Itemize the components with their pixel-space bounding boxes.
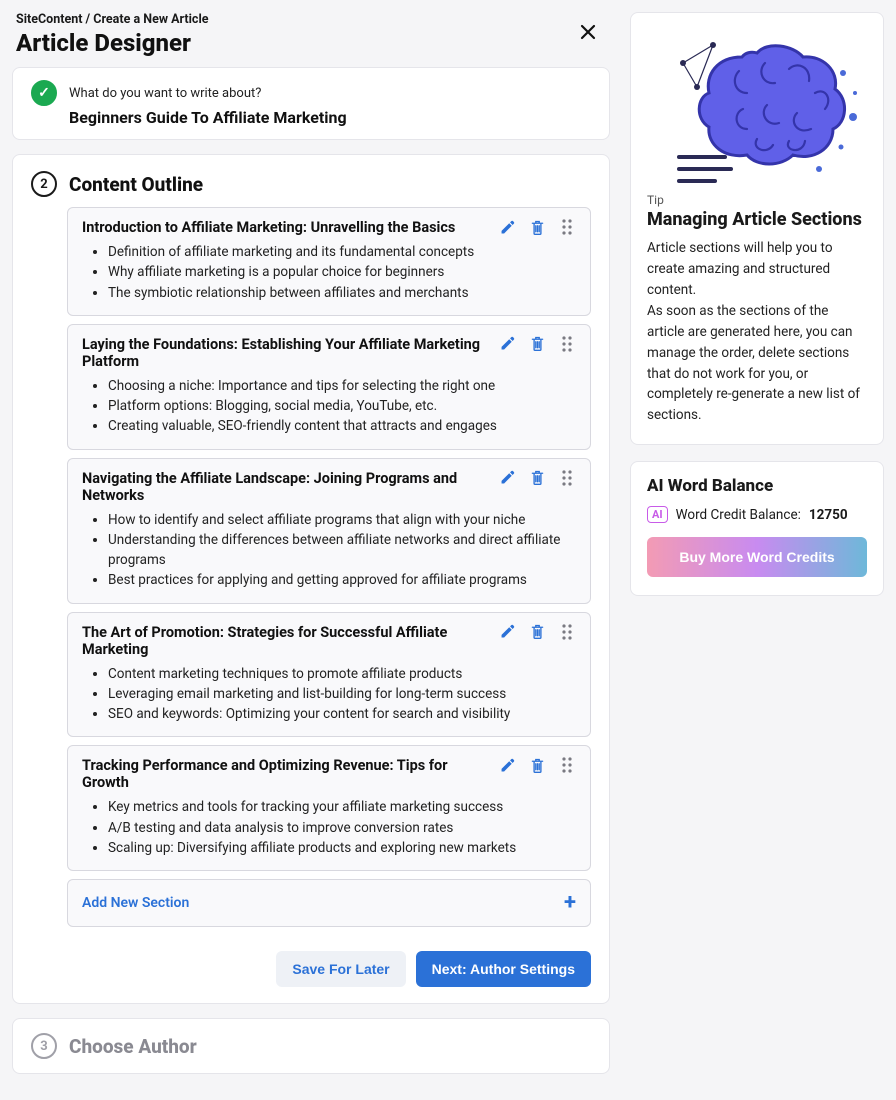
section-actions <box>498 335 576 353</box>
balance-label: Word Credit Balance: <box>676 507 801 523</box>
outline-section: Introduction to Affiliate Marketing: Unr… <box>67 207 591 316</box>
drag-handle-icon[interactable] <box>558 623 576 641</box>
section-points: Content marketing techniques to promote … <box>82 664 576 725</box>
delete-icon[interactable] <box>528 623 546 641</box>
section-point: Understanding the differences between af… <box>108 530 576 571</box>
step-topic: What do you want to write about? Beginne… <box>12 67 610 140</box>
section-point: The symbiotic relationship between affil… <box>108 283 576 303</box>
section-point: SEO and keywords: Optimizing your conten… <box>108 704 576 724</box>
edit-icon[interactable] <box>498 756 516 774</box>
step-badge-2: 2 <box>31 171 57 197</box>
section-title: The Art of Promotion: Strategies for Suc… <box>82 623 490 658</box>
section-point: Key metrics and tools for tracking your … <box>108 797 576 817</box>
section-point: Content marketing techniques to promote … <box>108 664 576 684</box>
delete-icon[interactable] <box>528 756 546 774</box>
section-actions <box>498 218 576 236</box>
section-title: Navigating the Affiliate Landscape: Join… <box>82 469 490 504</box>
balance-value: 12750 <box>809 507 848 523</box>
section-actions <box>498 623 576 641</box>
save-for-later-button[interactable]: Save For Later <box>276 951 405 987</box>
delete-icon[interactable] <box>528 469 546 487</box>
delete-icon[interactable] <box>528 218 546 236</box>
add-new-section-button[interactable]: Add New Section + <box>67 879 591 927</box>
next-author-settings-button[interactable]: Next: Author Settings <box>416 951 591 987</box>
balance-row: AI Word Credit Balance: 12750 <box>647 506 867 523</box>
outline-section: The Art of Promotion: Strategies for Suc… <box>67 612 591 738</box>
tip-body: Article sections will help you to create… <box>647 238 867 426</box>
footer-actions: Save For Later Next: Author Settings <box>31 951 591 987</box>
section-points: Definition of affiliate marketing and it… <box>82 242 576 303</box>
section-title: Tracking Performance and Optimizing Reve… <box>82 756 490 791</box>
balance-title: AI Word Balance <box>647 476 867 496</box>
plus-icon: + <box>564 892 576 914</box>
balance-card: AI Word Balance AI Word Credit Balance: … <box>630 461 884 596</box>
section-point: Best practices for applying and getting … <box>108 570 576 590</box>
section-title: Introduction to Affiliate Marketing: Unr… <box>82 218 490 236</box>
step-author: 3 Choose Author <box>12 1018 610 1074</box>
ai-badge: AI <box>647 506 668 523</box>
section-title: Laying the Foundations: Establishing You… <box>82 335 490 370</box>
edit-icon[interactable] <box>498 469 516 487</box>
step-topic-value: Beginners Guide To Affiliate Marketing <box>69 108 591 127</box>
page-title: Article Designer <box>16 29 606 57</box>
section-actions <box>498 756 576 774</box>
section-points: How to identify and select affiliate pro… <box>82 510 576 591</box>
section-point: Leveraging email marketing and list-buil… <box>108 684 576 704</box>
section-point: Why affiliate marketing is a popular cho… <box>108 262 576 282</box>
outline-section: Tracking Performance and Optimizing Reve… <box>67 745 591 871</box>
section-point: Definition of affiliate marketing and it… <box>108 242 576 262</box>
tip-card: Tip Managing Article Sections Article se… <box>630 12 884 445</box>
section-point: Platform options: Blogging, social media… <box>108 396 576 416</box>
drag-handle-icon[interactable] <box>558 335 576 353</box>
drag-handle-icon[interactable] <box>558 756 576 774</box>
section-points: Key metrics and tools for tracking your … <box>82 797 576 858</box>
tip-title: Managing Article Sections <box>647 209 867 230</box>
step-topic-label: What do you want to write about? <box>69 86 261 101</box>
section-point: A/B testing and data analysis to improve… <box>108 818 576 838</box>
buy-credits-button[interactable]: Buy More Word Credits <box>647 537 867 577</box>
edit-icon[interactable] <box>498 623 516 641</box>
tip-label: Tip <box>647 193 867 207</box>
edit-icon[interactable] <box>498 218 516 236</box>
step-outline-title: Content Outline <box>69 173 203 196</box>
section-actions <box>498 469 576 487</box>
close-icon <box>579 23 597 41</box>
edit-icon[interactable] <box>498 335 516 353</box>
brain-illustration <box>647 27 867 187</box>
section-points: Choosing a niche: Importance and tips fo… <box>82 376 576 437</box>
step-badge-3: 3 <box>31 1033 57 1059</box>
outline-section: Navigating the Affiliate Landscape: Join… <box>67 458 591 604</box>
delete-icon[interactable] <box>528 335 546 353</box>
step-author-title: Choose Author <box>69 1035 197 1058</box>
outline-section: Laying the Foundations: Establishing You… <box>67 324 591 450</box>
close-button[interactable] <box>574 18 602 46</box>
section-point: Creating valuable, SEO-friendly content … <box>108 416 576 436</box>
section-point: How to identify and select affiliate pro… <box>108 510 576 530</box>
add-section-label: Add New Section <box>82 895 189 911</box>
section-point: Choosing a niche: Importance and tips fo… <box>108 376 576 396</box>
drag-handle-icon[interactable] <box>558 218 576 236</box>
breadcrumb: SiteContent / Create a New Article <box>16 12 606 27</box>
step-badge-done <box>31 80 57 106</box>
drag-handle-icon[interactable] <box>558 469 576 487</box>
step-outline: 2 Content Outline Introduction to Affili… <box>12 154 610 1004</box>
header: SiteContent / Create a New Article Artic… <box>12 12 610 67</box>
